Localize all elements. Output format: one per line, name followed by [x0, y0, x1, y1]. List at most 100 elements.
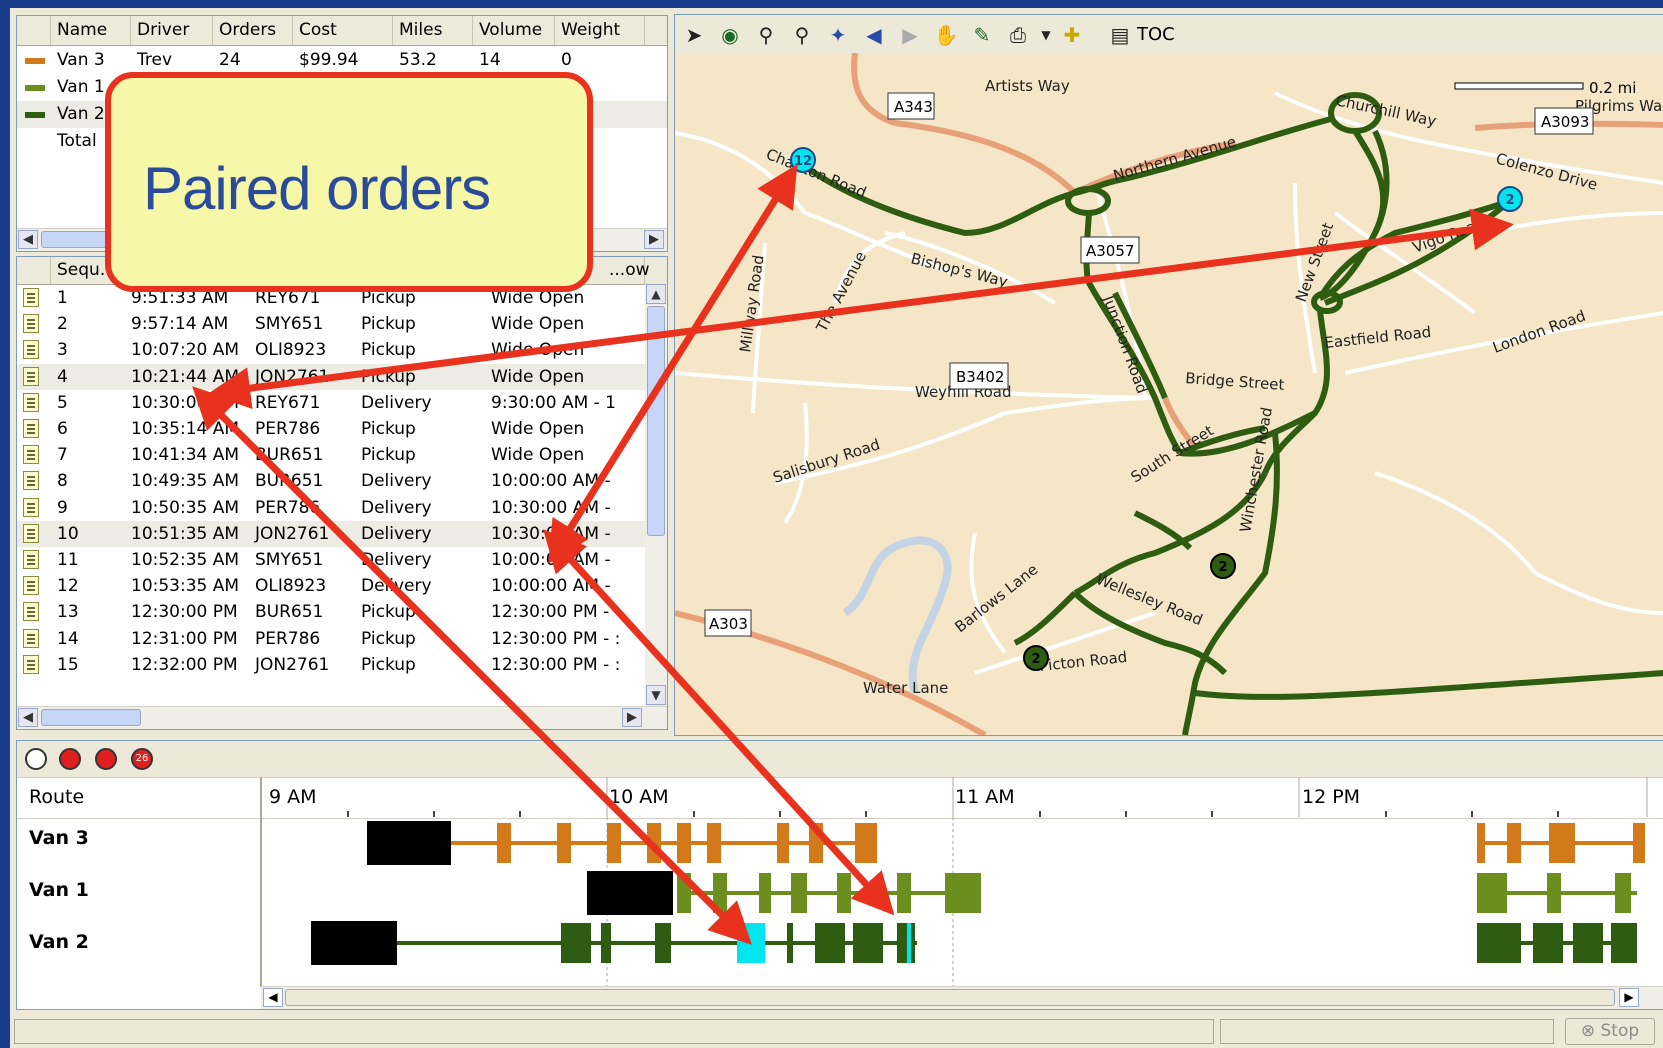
stop-row[interactable]: 2 9:57:14 AM SMY651 Pickup Wide Open: [17, 311, 645, 337]
stop-type: Pickup: [361, 340, 416, 361]
road-label: Winchester Road: [1236, 406, 1276, 534]
stop-row[interactable]: 11 10:52:35 AM SMY651 Delivery 10:00:00 AM -: [17, 547, 645, 573]
order-document-icon: [23, 602, 39, 622]
scale-bar: 0.2 mi: [1454, 79, 1636, 97]
route-driver: Trev: [137, 50, 173, 70]
scroll-left-icon[interactable]: ◀: [18, 708, 38, 727]
stop-row[interactable]: 7 10:41:34 AM BUR651 Pickup Wide Open: [17, 442, 645, 468]
van-label[interactable]: Van 2: [29, 931, 89, 953]
stop-row[interactable]: 4 10:21:44 AM JON2761 Pickup Wide Open: [17, 363, 645, 390]
full-extent-icon[interactable]: ✦: [825, 23, 851, 47]
select-arrow-icon[interactable]: ➤: [681, 23, 707, 47]
map-canvas[interactable]: Artists Way Churchill Way Pilgrims Wa Co…: [675, 52, 1663, 735]
scroll-right-icon[interactable]: ▶: [622, 708, 642, 727]
routes-col-driver[interactable]: Driver: [131, 16, 213, 45]
scroll-thumb[interactable]: [647, 306, 665, 536]
scroll-up-icon[interactable]: ▲: [646, 284, 666, 304]
order-document-icon: [23, 576, 39, 596]
stop-type: Delivery: [361, 497, 432, 518]
stop-label: Stop: [1600, 1021, 1640, 1041]
zoom-out-icon[interactable]: ⚲: [789, 23, 815, 47]
stop-order: BUR651: [255, 471, 324, 492]
order-document-icon: [23, 288, 39, 307]
routes-col-orders[interactable]: Orders: [213, 16, 293, 45]
highlighted-stop[interactable]: [737, 923, 765, 963]
timeline-hscrollbar[interactable]: ◀ ▶: [261, 986, 1663, 1009]
scroll-down-icon[interactable]: ▼: [646, 685, 666, 705]
routes-col-name[interactable]: Name: [51, 16, 131, 45]
route-row[interactable]: Van 3 Trev 24 $99.94 53.2 14 0: [17, 47, 667, 74]
stop-row[interactable]: 6 10:35:14 AM PER786 Pickup Wide Open: [17, 416, 645, 442]
scroll-thumb[interactable]: [41, 709, 141, 726]
pan-hand-icon[interactable]: ✋: [933, 23, 959, 47]
scroll-left-icon[interactable]: ◀: [18, 230, 38, 249]
add-point-icon[interactable]: ✚: [1059, 23, 1085, 47]
order-document-icon: [23, 314, 39, 334]
paired-orders-callout: Paired orders: [105, 72, 593, 292]
order-document-icon: [23, 392, 39, 412]
stop-marker-label: 12: [794, 154, 812, 169]
van2-schedule[interactable]: [311, 921, 1637, 965]
stop-button[interactable]: ⊗ Stop: [1565, 1018, 1655, 1045]
van-label[interactable]: Van 1: [29, 879, 89, 901]
draw-pencil-icon[interactable]: ✎: [969, 23, 995, 47]
forward-icon[interactable]: ▶: [897, 23, 923, 47]
timeline-bars: [260, 777, 1648, 987]
stop-row[interactable]: 14 12:31:00 PM PER786 Pickup 12:30:00 PM - :: [17, 626, 645, 652]
globe-icon[interactable]: ◉: [717, 23, 743, 47]
order-document-icon: [23, 523, 39, 543]
stop-seq: 11: [57, 550, 79, 570]
stop-time: 12:31:00 PM: [131, 628, 238, 649]
order-document-icon: [23, 654, 39, 674]
stop-order: PER786: [255, 628, 321, 649]
toc-icon[interactable]: ▤: [1107, 23, 1133, 47]
routes-col-volume[interactable]: Volume: [473, 16, 555, 45]
scale-label: 0.2 mi: [1589, 79, 1636, 97]
stop-row[interactable]: 9 10:50:35 AM PER786 Delivery 10:30:00 AM -: [17, 495, 645, 521]
scroll-right-icon[interactable]: ▶: [644, 230, 664, 249]
stops-hscrollbar[interactable]: ◀ ▶: [17, 706, 667, 729]
stop-row[interactable]: 8 10:49:35 AM BUR651 Delivery 10:00:00 AM -: [17, 468, 645, 494]
van-label[interactable]: Van 3: [29, 827, 89, 849]
stop-time: 10:30:00 AM: [131, 392, 240, 413]
stop-row[interactable]: 3 10:07:20 AM OLI8923 Pickup Wide Open: [17, 337, 645, 363]
stop-window: 12:30:00 PM - :: [491, 628, 621, 649]
stop-seq: 10: [57, 523, 79, 544]
print-icon[interactable]: ⎙: [1005, 23, 1031, 47]
road-label: Bridge Street: [1185, 369, 1285, 394]
routes-col-cost[interactable]: Cost: [293, 16, 393, 45]
stop-type: Pickup: [361, 602, 416, 623]
zoom-in-icon[interactable]: ⚲: [753, 23, 779, 47]
stop-order: PER786: [255, 497, 321, 518]
routes-col-miles[interactable]: Miles: [393, 16, 473, 45]
van1-schedule[interactable]: [587, 871, 1637, 915]
stop-row[interactable]: 15 12:32:00 PM JON2761 Pickup 12:30:00 PM - …: [17, 652, 645, 678]
dropdown-arrow-icon[interactable]: ▼: [1033, 23, 1059, 47]
scroll-thumb[interactable]: [285, 989, 1615, 1006]
scroll-left-icon[interactable]: ◀: [263, 988, 283, 1007]
stop-marker-label: 2: [1031, 652, 1040, 667]
stops-vscrollbar[interactable]: ▲ ▼: [645, 284, 667, 707]
road-shield-label: A3093: [1541, 113, 1589, 131]
toc-button[interactable]: TOC: [1137, 23, 1175, 47]
stop-seq: 3: [57, 340, 68, 361]
stop-window: 12:30:00 PM - :: [491, 654, 621, 675]
routes-col-color[interactable]: [17, 16, 51, 45]
stop-row[interactable]: 12 10:53:35 AM OLI8923 Delivery 10:00:00 AM …: [17, 573, 645, 599]
road-shield-label: A3057: [1086, 242, 1134, 260]
stops-col-icon[interactable]: [17, 257, 51, 284]
stop-row[interactable]: 5 10:30:00 AM REY671 Delivery 9:30:00 AM - 1: [17, 390, 645, 416]
map-graphics: Artists Way Churchill Way Pilgrims Wa Co…: [675, 52, 1663, 735]
status-panel: [14, 1019, 1214, 1044]
stop-row[interactable]: 13 12:30:00 PM BUR651 Pickup 12:30:00 PM -: [17, 599, 645, 625]
order-document-icon: [23, 445, 39, 465]
stop-row[interactable]: 10 10:51:35 AM JON2761 Delivery 10:30:00 AM …: [17, 520, 645, 547]
stop-type: Delivery: [361, 550, 432, 570]
scroll-right-icon[interactable]: ▶: [1619, 988, 1639, 1007]
back-icon[interactable]: ◀: [861, 23, 887, 47]
van3-schedule[interactable]: [367, 821, 1645, 865]
routes-col-weight[interactable]: Weight: [555, 16, 645, 45]
stop-type: Pickup: [361, 445, 416, 466]
order-document-icon: [23, 471, 39, 491]
route-name: Van 3: [57, 50, 105, 70]
